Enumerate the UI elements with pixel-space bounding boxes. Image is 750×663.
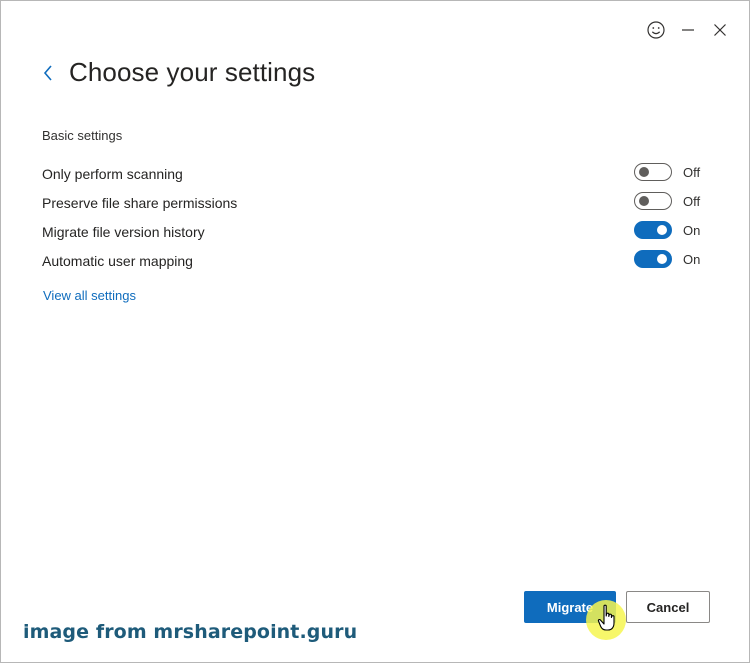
toggle-knob xyxy=(657,254,667,264)
setting-row-version-history: Migrate file version history On xyxy=(42,217,710,246)
setting-row-user-mapping: Automatic user mapping On xyxy=(42,246,710,275)
feedback-button[interactable] xyxy=(647,21,665,39)
toggle-group: On xyxy=(634,250,700,268)
smiley-icon xyxy=(647,21,665,39)
back-button[interactable] xyxy=(39,59,57,87)
toggle-group: Off xyxy=(634,192,700,210)
page-title: Choose your settings xyxy=(69,57,316,87)
section-heading: Basic settings xyxy=(42,128,123,143)
watermark-text: image from mrsharepoint.guru xyxy=(23,621,358,643)
toggle-knob xyxy=(639,167,649,177)
close-button[interactable] xyxy=(711,21,729,39)
minimize-button[interactable] xyxy=(679,21,697,39)
setting-label: Migrate file version history xyxy=(42,223,205,240)
toggle-state-label: On xyxy=(683,251,701,267)
toggle-group: On xyxy=(634,221,700,239)
toggle-state-label: Off xyxy=(683,164,701,180)
setting-label: Automatic user mapping xyxy=(42,252,193,269)
cancel-button[interactable]: Cancel xyxy=(626,591,710,623)
user-mapping-toggle[interactable] xyxy=(634,250,672,268)
setting-row-scanning: Only perform scanning Off xyxy=(42,159,710,188)
minimize-icon xyxy=(682,29,694,31)
view-all-settings-link[interactable]: View all settings xyxy=(43,288,136,303)
page-header: Choose your settings xyxy=(39,57,315,88)
setting-label: Only perform scanning xyxy=(42,165,183,182)
settings-list: Only perform scanning Off Preserve file … xyxy=(42,159,710,275)
toggle-group: Off xyxy=(634,163,700,181)
close-icon xyxy=(714,24,726,36)
migrate-button[interactable]: Migrate xyxy=(524,591,616,623)
migration-window: Choose your settings Basic settings Only… xyxy=(0,0,750,663)
scanning-toggle[interactable] xyxy=(634,163,672,181)
setting-row-permissions: Preserve file share permissions Off xyxy=(42,188,710,217)
toggle-knob xyxy=(639,196,649,206)
titlebar-controls xyxy=(647,21,729,39)
toggle-knob xyxy=(657,225,667,235)
chevron-left-icon xyxy=(43,64,52,81)
setting-label: Preserve file share permissions xyxy=(42,194,238,211)
version-history-toggle[interactable] xyxy=(634,221,672,239)
permissions-toggle[interactable] xyxy=(634,192,672,210)
toggle-state-label: On xyxy=(683,222,701,238)
toggle-state-label: Off xyxy=(683,193,701,209)
